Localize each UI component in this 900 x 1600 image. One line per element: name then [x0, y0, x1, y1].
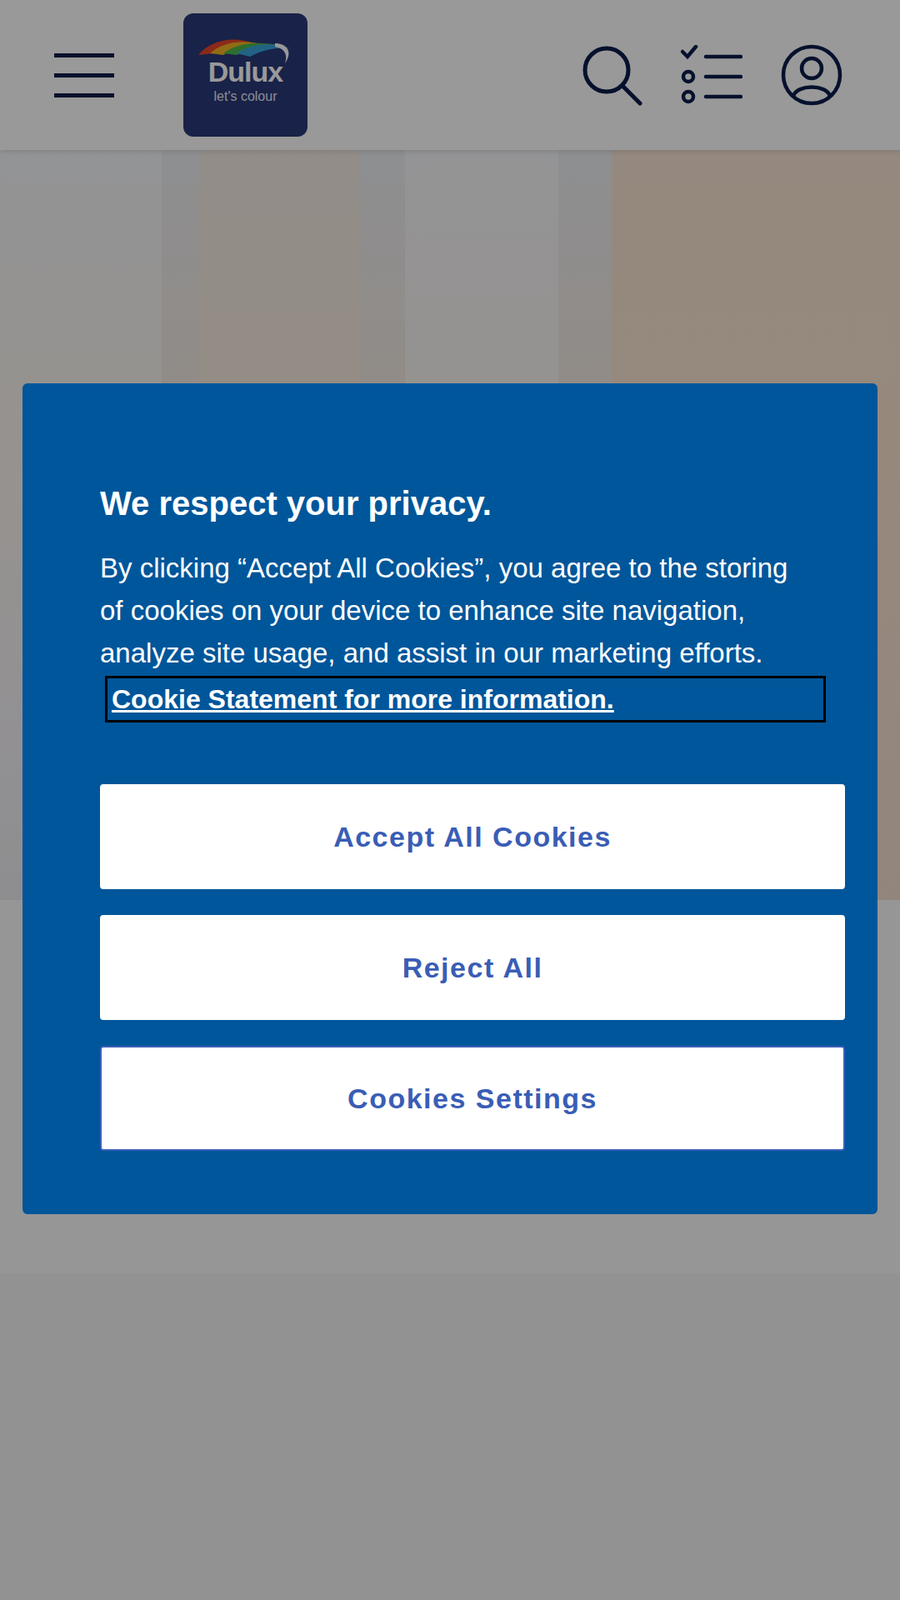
cookie-banner: We respect your privacy. By clicking “Acc…	[22, 383, 878, 1215]
cookie-title: We respect your privacy.	[100, 481, 823, 525]
cookie-buttons: Accept All Cookies Reject All Cookies Sett…	[100, 784, 845, 1151]
cookie-button[interactable]: Accept All Cookies	[100, 784, 845, 890]
cookie-button[interactable]: Reject All	[100, 915, 845, 1020]
cookie-button[interactable]: Cookies Settings	[100, 1045, 845, 1151]
cookie-body: By clicking “Accept All Cookies”, you ag…	[100, 546, 823, 675]
cookie-statement-link[interactable]: Cookie Statement for more information.	[108, 679, 823, 720]
modal-overlay: We respect your privacy. By clicking “Acc…	[0, 0, 900, 1600]
